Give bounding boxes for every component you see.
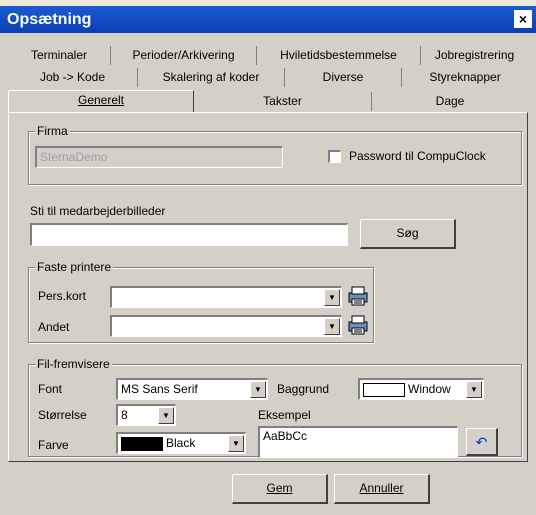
viewers-legend: Fil-fremvisere bbox=[35, 357, 112, 371]
tab-jobregistrering[interactable]: Jobregistrering bbox=[421, 46, 528, 65]
tab-label: Skalering af koder bbox=[162, 70, 260, 84]
tab-takster[interactable]: Takster bbox=[194, 92, 372, 111]
pers-kort-select[interactable]: ▼ bbox=[110, 286, 342, 308]
password-checkbox[interactable] bbox=[328, 150, 341, 163]
printer-icon[interactable] bbox=[346, 284, 370, 308]
tab-generelt[interactable]: Generelt bbox=[8, 90, 194, 112]
tab-job-kode[interactable]: Job -> Kode bbox=[8, 68, 138, 87]
size-label: Størrelse bbox=[38, 408, 87, 422]
chevron-down-icon[interactable]: ▼ bbox=[324, 318, 340, 335]
chevron-down-icon[interactable]: ▼ bbox=[158, 407, 174, 424]
tab-label: Generelt bbox=[77, 93, 125, 107]
tab-label: Job -> Kode bbox=[39, 70, 106, 84]
cancel-button[interactable]: Annuller bbox=[334, 474, 430, 504]
close-button[interactable]: × bbox=[514, 10, 532, 28]
tab-label: Hviletidsbestemmelse bbox=[280, 48, 397, 62]
save-button[interactable]: Gem bbox=[232, 474, 328, 504]
firma-legend: Firma bbox=[35, 124, 70, 138]
andet-label: Andet bbox=[38, 320, 70, 334]
tab-skalering-af-koder[interactable]: Skalering af koder bbox=[138, 68, 285, 87]
color-label: Farve bbox=[38, 438, 69, 452]
tab-hviletidsbestemmelse[interactable]: Hviletidsbestemmelse bbox=[257, 46, 421, 65]
andet-select[interactable]: ▼ bbox=[110, 315, 342, 337]
chevron-down-icon[interactable]: ▼ bbox=[228, 435, 244, 452]
sti-label: Sti til medarbejderbilleder bbox=[30, 204, 166, 218]
title-bar[interactable]: Opsætning × bbox=[0, 6, 536, 33]
printers-legend: Faste printere bbox=[35, 260, 114, 274]
tab-dage[interactable]: Dage bbox=[372, 92, 528, 111]
color-swatch bbox=[121, 436, 163, 451]
cancel-label: Annuller bbox=[359, 481, 404, 495]
baggrund-select[interactable]: Window ▼ bbox=[358, 378, 484, 400]
chevron-down-icon[interactable]: ▼ bbox=[324, 289, 340, 306]
color-select[interactable]: Black ▼ bbox=[116, 432, 246, 454]
printer-icon[interactable] bbox=[346, 313, 370, 337]
tab-label: Perioder/Arkivering bbox=[132, 48, 235, 62]
search-button[interactable]: Søg bbox=[360, 219, 456, 249]
undo-arrow-icon[interactable]: ↶ bbox=[466, 428, 498, 456]
firma-name-field[interactable]: SternaDemo bbox=[35, 146, 283, 168]
font-value: MS Sans Serif bbox=[121, 382, 198, 396]
tab-styreknapper[interactable]: Styreknapper bbox=[402, 68, 528, 87]
tab-perioder-arkivering[interactable]: Perioder/Arkivering bbox=[111, 46, 257, 65]
sti-input[interactable] bbox=[30, 223, 348, 246]
window-title: Opsætning bbox=[7, 11, 92, 28]
color-value: Black bbox=[166, 436, 196, 450]
save-label: Gem bbox=[266, 481, 293, 495]
size-value: 8 bbox=[121, 408, 128, 422]
baggrund-swatch bbox=[363, 382, 405, 397]
example-label: Eksempel bbox=[258, 408, 311, 422]
tab-diverse[interactable]: Diverse bbox=[285, 68, 402, 87]
tab-label: Diverse bbox=[322, 70, 364, 84]
tab-label: Styreknapper bbox=[429, 70, 501, 84]
font-select[interactable]: MS Sans Serif ▼ bbox=[116, 378, 268, 400]
tab-label: Jobregistrering bbox=[434, 48, 515, 62]
tab-row-2: Job -> Kode Skalering af koder Diverse S… bbox=[8, 68, 528, 87]
font-label: Font bbox=[38, 382, 63, 396]
baggrund-value: Window bbox=[408, 382, 451, 396]
tab-row-1: Terminaler Perioder/Arkivering Hviletids… bbox=[8, 46, 528, 65]
chevron-down-icon[interactable]: ▼ bbox=[466, 381, 482, 398]
tab-label: Terminaler bbox=[30, 48, 87, 62]
tab-label: Takster bbox=[263, 94, 302, 108]
tab-row-3: Generelt Takster Dage bbox=[8, 90, 528, 112]
tab-label: Dage bbox=[435, 94, 465, 108]
pers-kort-label: Pers.kort bbox=[38, 289, 87, 303]
password-label: Password til CompuClock bbox=[349, 149, 486, 163]
chevron-down-icon[interactable]: ▼ bbox=[250, 381, 266, 398]
example-preview: AaBbCc bbox=[258, 426, 458, 458]
size-select[interactable]: 8 ▼ bbox=[116, 404, 176, 426]
baggrund-label: Baggrund bbox=[277, 382, 330, 396]
tab-terminaler[interactable]: Terminaler bbox=[8, 46, 111, 65]
